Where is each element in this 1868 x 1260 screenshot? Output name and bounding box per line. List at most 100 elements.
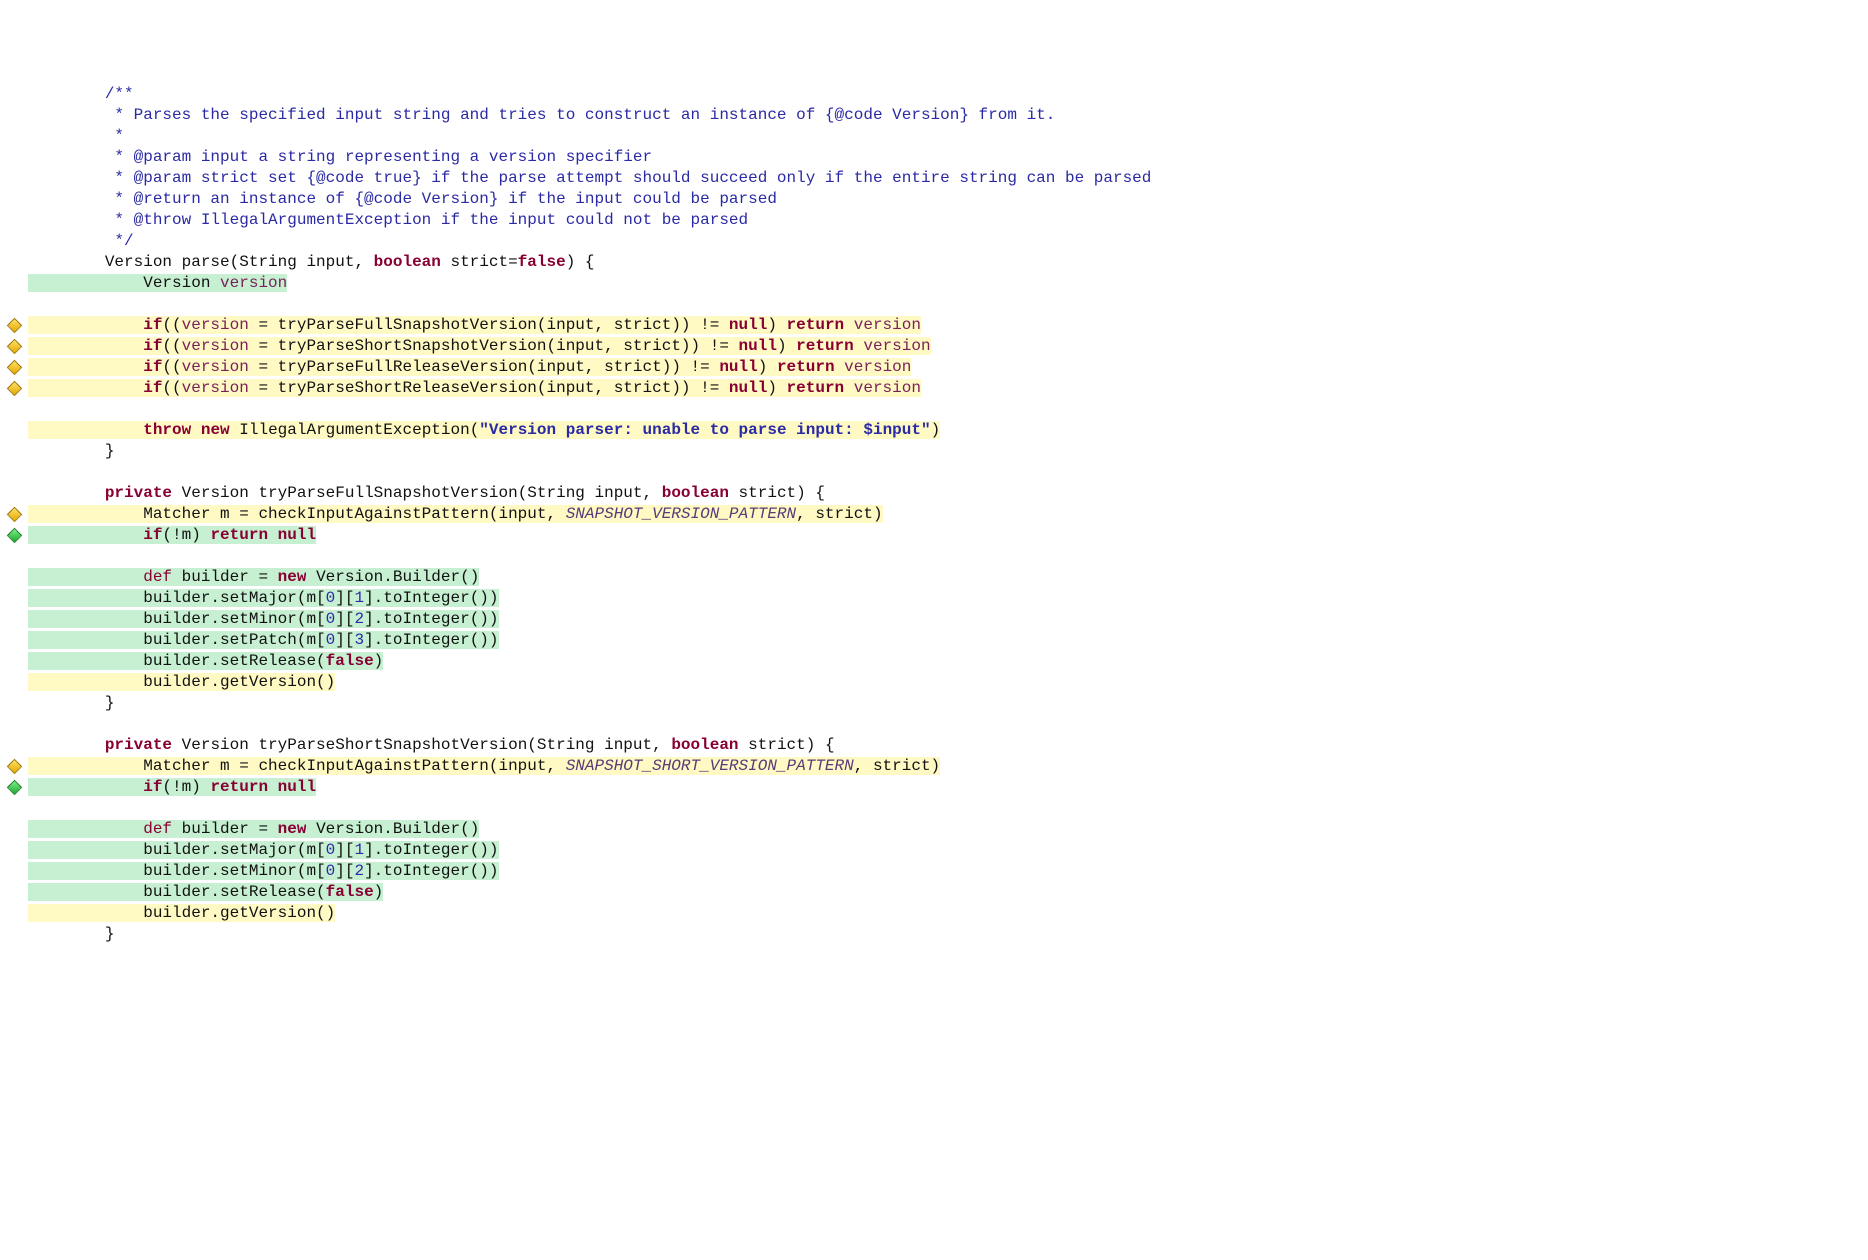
code-content[interactable]: Version parse(String input, boolean stri… [28,252,1868,273]
code-content[interactable]: if(!m) return null [28,777,1868,798]
gutter[interactable] [0,924,28,945]
code-content[interactable]: if((version = tryParseShortReleaseVersio… [28,378,1868,399]
gutter[interactable] [0,693,28,714]
code-line[interactable]: * @return an instance of {@code Version}… [0,189,1868,210]
code-content[interactable]: builder.setMinor(m[0][2].toInteger()) [28,861,1868,882]
code-content[interactable]: builder.setRelease(false) [28,651,1868,672]
code-line[interactable]: builder.setRelease(false) [0,651,1868,672]
code-content[interactable]: builder.setMinor(m[0][2].toInteger()) [28,609,1868,630]
code-line[interactable]: if((version = tryParseFullSnapshotVersio… [0,315,1868,336]
code-content[interactable]: * @return an instance of {@code Version}… [28,189,1868,210]
code-content[interactable]: if((version = tryParseShortSnapshotVersi… [28,336,1868,357]
gutter[interactable] [0,735,28,756]
gutter[interactable] [0,798,28,819]
code-line[interactable]: if(!m) return null [0,525,1868,546]
code-content[interactable]: builder.getVersion() [28,903,1868,924]
code-line[interactable]: * @throw IllegalArgumentException if the… [0,210,1868,231]
code-line[interactable]: throw new IllegalArgumentException("Vers… [0,420,1868,441]
code-line[interactable]: builder.getVersion() [0,672,1868,693]
gutter[interactable] [0,357,28,378]
code-content[interactable]: def builder = new Version.Builder() [28,819,1868,840]
code-line[interactable]: if((version = tryParseShortReleaseVersio… [0,378,1868,399]
code-line[interactable]: builder.setMajor(m[0][1].toInteger()) [0,588,1868,609]
gutter[interactable] [0,777,28,798]
code-line[interactable]: Matcher m = checkInputAgainstPattern(inp… [0,756,1868,777]
code-line[interactable]: * @param input a string representing a v… [0,147,1868,168]
code-content[interactable]: * @param strict set {@code true} if the … [28,168,1868,189]
code-content[interactable] [28,462,1868,483]
gutter[interactable] [0,147,28,168]
gutter[interactable] [0,588,28,609]
gutter[interactable] [0,714,28,735]
gutter[interactable] [0,483,28,504]
code-line[interactable]: /** [0,84,1868,105]
coverage-partial-icon[interactable] [6,339,22,355]
code-line[interactable]: } [0,693,1868,714]
code-content[interactable] [28,294,1868,315]
gutter[interactable] [0,672,28,693]
code-content[interactable]: * @param input a string representing a v… [28,147,1868,168]
code-line[interactable]: } [0,441,1868,462]
gutter[interactable] [0,336,28,357]
code-line[interactable]: if((version = tryParseShortSnapshotVersi… [0,336,1868,357]
gutter[interactable] [0,273,28,294]
code-content[interactable]: * [28,126,1868,147]
code-line[interactable]: def builder = new Version.Builder() [0,567,1868,588]
code-line[interactable] [0,399,1868,420]
gutter[interactable] [0,840,28,861]
gutter[interactable] [0,651,28,672]
code-line[interactable]: } [0,924,1868,945]
code-line[interactable]: builder.setPatch(m[0][3].toInteger()) [0,630,1868,651]
code-line[interactable]: * @param strict set {@code true} if the … [0,168,1868,189]
code-content[interactable]: Matcher m = checkInputAgainstPattern(inp… [28,756,1868,777]
gutter[interactable] [0,189,28,210]
code-line[interactable]: builder.setMajor(m[0][1].toInteger()) [0,840,1868,861]
code-content[interactable]: /** [28,84,1868,105]
code-line[interactable] [0,546,1868,567]
code-content[interactable]: private Version tryParseFullSnapshotVers… [28,483,1868,504]
gutter[interactable] [0,546,28,567]
code-content[interactable] [28,399,1868,420]
gutter[interactable] [0,609,28,630]
gutter[interactable] [0,525,28,546]
code-content[interactable]: def builder = new Version.Builder() [28,567,1868,588]
code-line[interactable]: def builder = new Version.Builder() [0,819,1868,840]
code-line[interactable]: builder.setMinor(m[0][2].toInteger()) [0,609,1868,630]
gutter[interactable] [0,567,28,588]
code-line[interactable]: * Parses the specified input string and … [0,105,1868,126]
code-content[interactable]: if((version = tryParseFullSnapshotVersio… [28,315,1868,336]
coverage-partial-icon[interactable] [6,759,22,775]
gutter[interactable] [0,462,28,483]
code-content[interactable] [28,546,1868,567]
code-line[interactable]: Version version [0,273,1868,294]
coverage-partial-icon[interactable] [6,360,22,376]
coverage-partial-icon[interactable] [6,507,22,523]
coverage-partial-icon[interactable] [6,318,22,334]
code-line[interactable] [0,294,1868,315]
gutter[interactable] [0,168,28,189]
gutter[interactable] [0,504,28,525]
code-line[interactable]: builder.setRelease(false) [0,882,1868,903]
gutter[interactable] [0,378,28,399]
coverage-full-icon[interactable] [6,528,22,544]
code-content[interactable]: Matcher m = checkInputAgainstPattern(inp… [28,504,1868,525]
code-content[interactable]: if(!m) return null [28,525,1868,546]
gutter[interactable] [0,84,28,105]
gutter[interactable] [0,231,28,252]
code-line[interactable] [0,714,1868,735]
code-content[interactable]: * Parses the specified input string and … [28,105,1868,126]
code-line[interactable]: Version parse(String input, boolean stri… [0,252,1868,273]
code-line[interactable]: builder.setMinor(m[0][2].toInteger()) [0,861,1868,882]
code-line[interactable]: if((version = tryParseFullReleaseVersion… [0,357,1868,378]
code-content[interactable]: } [28,924,1868,945]
code-content[interactable]: } [28,693,1868,714]
gutter[interactable] [0,630,28,651]
gutter[interactable] [0,126,28,147]
code-content[interactable]: * @throw IllegalArgumentException if the… [28,210,1868,231]
code-content[interactable]: private Version tryParseShortSnapshotVer… [28,735,1868,756]
gutter[interactable] [0,420,28,441]
code-line[interactable]: private Version tryParseShortSnapshotVer… [0,735,1868,756]
gutter[interactable] [0,294,28,315]
gutter[interactable] [0,882,28,903]
code-content[interactable] [28,798,1868,819]
